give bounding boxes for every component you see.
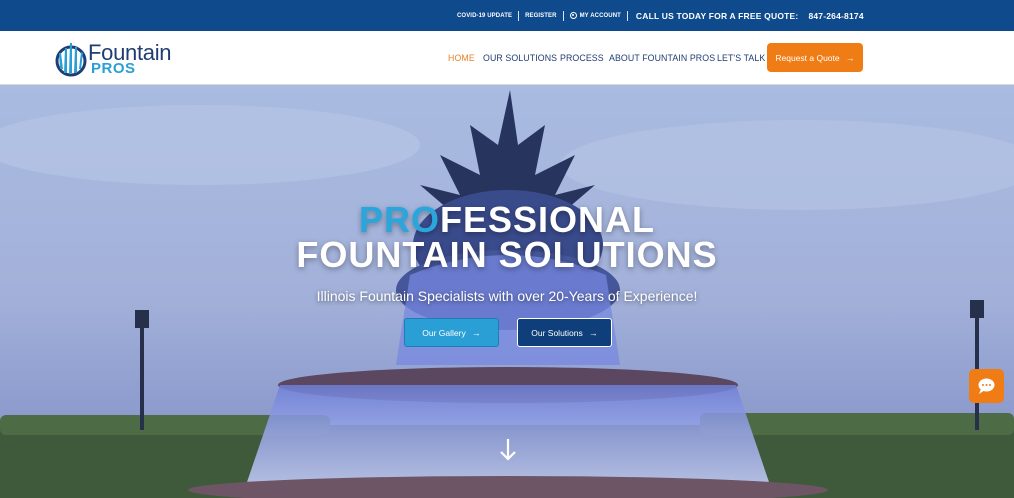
arrow-down-icon[interactable] (497, 437, 519, 463)
register-link[interactable]: REGISTER (519, 13, 562, 19)
arrow-right-icon: → (471, 327, 481, 338)
utility-bar: COVID-19 UPDATE REGISTER MY ACCOUNT CALL… (0, 0, 1014, 31)
request-quote-button[interactable]: Request a Quote → (767, 43, 863, 72)
nav-our-solutions[interactable]: OUR SOLUTIONS (483, 53, 557, 63)
nav-slot: ABOUT FOUNTAIN PROS (609, 31, 715, 85)
our-gallery-button[interactable]: Our Gallery → (404, 318, 499, 347)
covid-update-link[interactable]: COVID-19 UPDATE (451, 13, 518, 19)
nav-slot: PROCESS (560, 31, 604, 85)
nav-about[interactable]: ABOUT FOUNTAIN PROS (609, 53, 715, 63)
hero-subtitle: Illinois Fountain Specialists with over … (316, 288, 698, 304)
user-icon (569, 12, 577, 19)
my-account-label: MY ACCOUNT (579, 12, 621, 19)
nav-slot: LET'S TALK (717, 31, 765, 85)
our-solutions-button[interactable]: Our Solutions → (517, 318, 612, 347)
main-header: Fountain PROS HOME OUR SOLUTIONS PROCESS… (0, 31, 1014, 85)
chat-button[interactable] (969, 369, 1004, 403)
main-nav: HOME (448, 31, 475, 85)
site-logo[interactable]: Fountain PROS (54, 39, 184, 79)
arrow-right-icon: → (845, 52, 855, 63)
nav-home[interactable]: HOME (448, 53, 475, 63)
our-solutions-label: Our Solutions (531, 327, 583, 338)
fountain-splash-icon (55, 43, 87, 77)
nav-lets-talk[interactable]: LET'S TALK (717, 53, 765, 63)
hero-section: PROFESSIONAL FOUNTAIN SOLUTIONS Illinois… (0, 85, 1014, 498)
my-account-link[interactable]: MY ACCOUNT (564, 12, 627, 19)
nav-slot: OUR SOLUTIONS (483, 31, 557, 85)
chat-bubble-icon (978, 378, 995, 394)
request-quote-label: Request a Quote (775, 52, 840, 63)
divider (626, 10, 628, 21)
arrow-right-icon: → (588, 327, 598, 338)
logo-pros: PROS (91, 60, 136, 77)
nav-process[interactable]: PROCESS (560, 53, 604, 63)
hero-title-line2: FOUNTAIN SOLUTIONS (296, 234, 718, 275)
utility-links: COVID-19 UPDATE REGISTER MY ACCOUNT CALL… (451, 0, 864, 31)
our-gallery-label: Our Gallery (422, 327, 466, 338)
call-us-text: CALL US TODAY FOR A FREE QUOTE: (635, 10, 799, 21)
phone-number-link[interactable]: 847-264-8174 (808, 11, 863, 21)
